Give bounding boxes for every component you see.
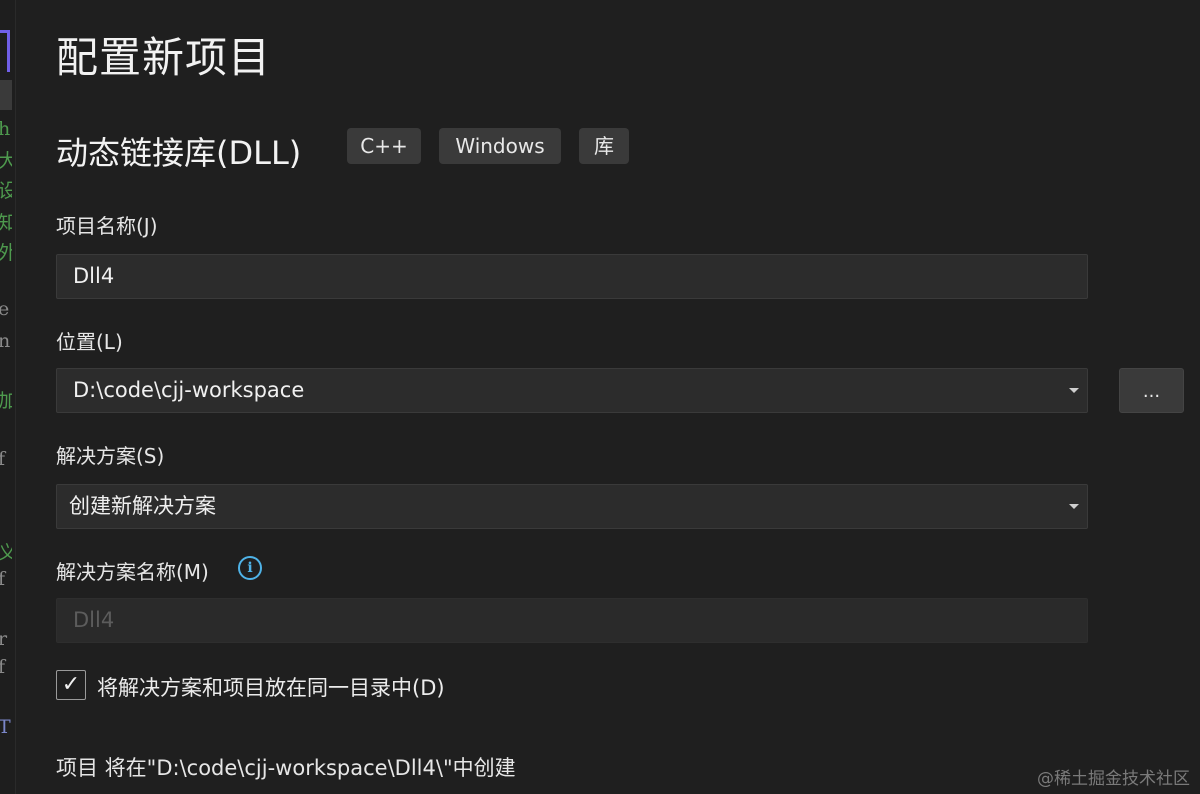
template-name: 动态链接库(DLL) [56, 134, 302, 172]
same-directory-checkbox[interactable]: ✓ [56, 670, 86, 700]
watermark: @稀土掘金技术社区 [1037, 769, 1190, 789]
editor-glyph: 大 [0, 146, 12, 173]
tag-language: C++ [347, 128, 421, 164]
editor-glyph: f [0, 448, 12, 470]
creation-path-summary: 项目 将在"D:\code\cjj-workspace\Dll4\"中创建 [56, 756, 516, 780]
editor-glyph: 外 [0, 238, 12, 265]
editor-glyph: 义 [0, 538, 12, 565]
location-label: 位置(L) [56, 330, 123, 354]
project-name-input[interactable]: Dll4 [56, 254, 1088, 299]
editor-glyph: n [0, 330, 12, 352]
editor-glyph: r [0, 628, 12, 650]
tag-platform: Windows [439, 128, 561, 164]
info-icon[interactable]: i [238, 556, 262, 580]
chevron-down-icon [1069, 504, 1079, 509]
solution-name-input: Dll4 [56, 598, 1088, 643]
chevron-down-icon [1069, 388, 1079, 393]
editor-glyph: e [0, 298, 12, 320]
editor-glyph: 知 [0, 208, 12, 235]
editor-glyph: f [0, 656, 12, 678]
location-dropdown[interactable]: D:\code\cjj-workspace [56, 368, 1088, 413]
editor-block [0, 80, 12, 110]
solution-name-label: 解决方案名称(M) [56, 560, 209, 584]
configure-project-dialog: h 大 设 知 外 e n 加 f 义 f r f T 配置新项目 动态链接库(… [0, 0, 1200, 794]
editor-glyph: 设 [0, 176, 12, 203]
project-name-label: 项目名称(J) [56, 214, 158, 238]
editor-glyph: T [0, 716, 12, 738]
editor-glyph: f [0, 568, 12, 590]
background-editor-strip: h 大 设 知 外 e n 加 f 义 f r f T [0, 0, 16, 794]
editor-glyph: h [0, 118, 12, 140]
solution-value: 创建新解决方案 [69, 494, 216, 518]
editor-glyph: 加 [0, 386, 12, 413]
solution-label: 解决方案(S) [56, 444, 165, 468]
browse-button[interactable]: ... [1119, 368, 1184, 413]
page-title: 配置新项目 [56, 33, 272, 82]
editor-tab-accent [0, 30, 10, 72]
tag-project-type: 库 [579, 128, 629, 164]
location-value: D:\code\cjj-workspace [73, 378, 305, 402]
same-directory-label[interactable]: 将解决方案和项目放在同一目录中(D) [97, 672, 445, 702]
solution-dropdown[interactable]: 创建新解决方案 [56, 484, 1088, 529]
